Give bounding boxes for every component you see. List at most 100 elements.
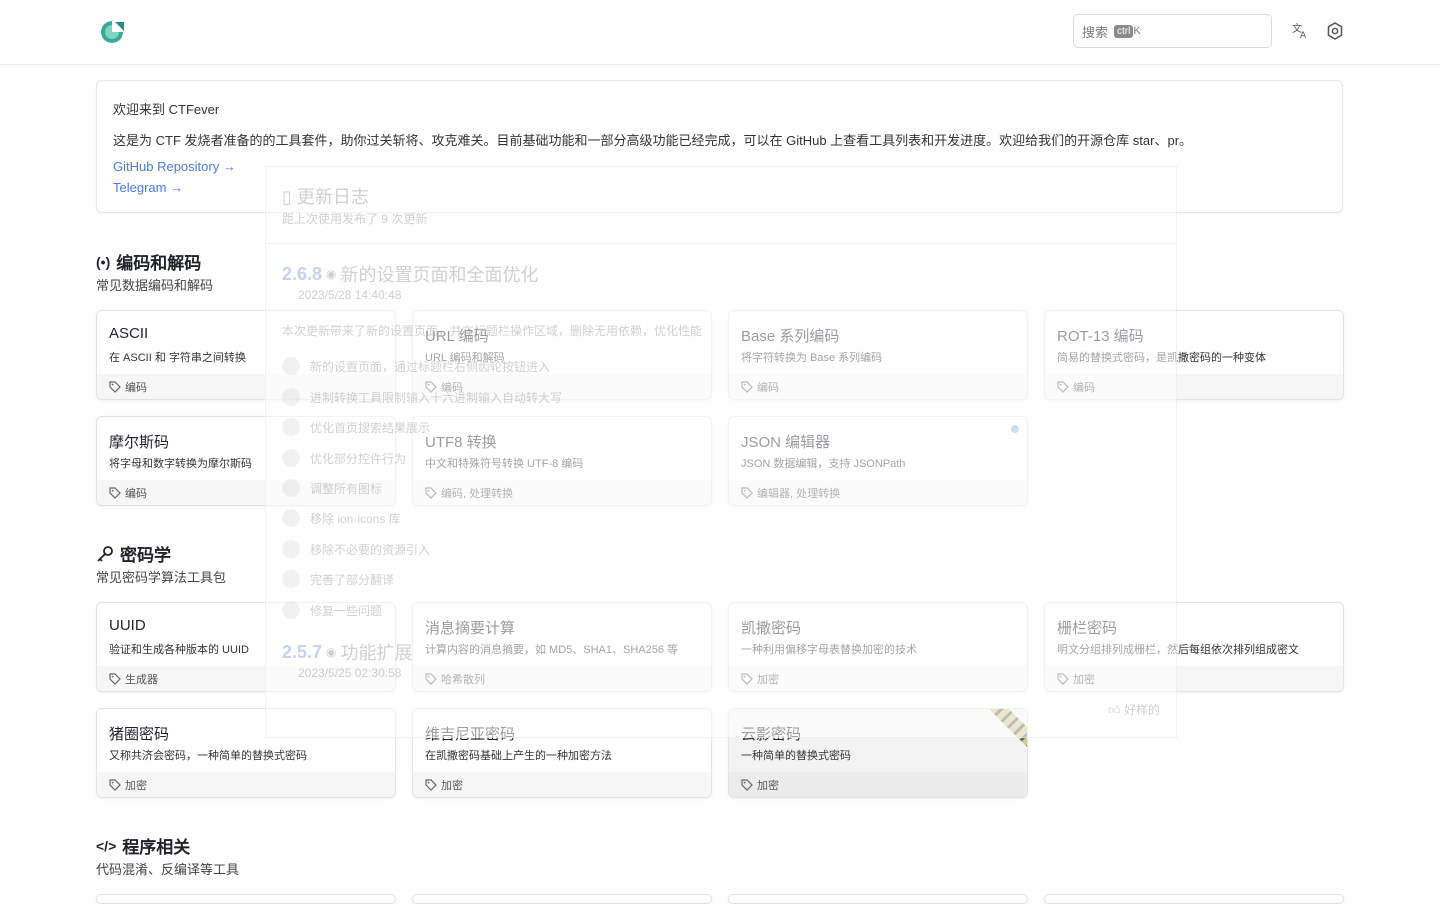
tool-tag: 编码 bbox=[125, 487, 147, 500]
tool-tags: 加密 bbox=[1045, 666, 1343, 691]
tool-card-json-editor[interactable]: JSON 编辑器 JSON 数据编辑，支持 JSONPath 编辑器, 处理转换 bbox=[728, 416, 1028, 506]
tool-desc: 计算内容的消息摘要，如 MD5、SHA1、SHA256 等 bbox=[425, 644, 679, 656]
tag-icon bbox=[741, 486, 753, 499]
tool-tag: 加密 bbox=[1073, 673, 1095, 686]
tool-card-partial[interactable] bbox=[96, 894, 396, 904]
section-title-programming: </> 程序相关 bbox=[96, 833, 190, 858]
changelog-item-text: 移除 ion-icons 库 bbox=[310, 511, 401, 526]
code-icon: </> bbox=[96, 837, 117, 854]
changelog-item: 移除 ion-icons 库 bbox=[282, 509, 401, 527]
section-subtitle-crypto: 常见密码学算法工具包 bbox=[96, 570, 227, 585]
top-header: 搜索 ctrl K 文 A bbox=[0, 0, 1440, 65]
tool-card-railfence[interactable]: 栅栏密码 明文分组排列成栅栏，然后每组依次排列组成密文 加密 bbox=[1044, 602, 1344, 692]
tag-icon bbox=[1057, 672, 1069, 685]
tool-tags: 编码 bbox=[413, 374, 711, 399]
tool-tags: 加密 bbox=[413, 772, 711, 797]
tool-tag: 编码 bbox=[757, 381, 779, 394]
like-button[interactable]: 👍︎ 好样的 bbox=[1108, 701, 1160, 718]
tool-name: 维吉尼亚密码 bbox=[425, 726, 516, 743]
tool-card-caesar[interactable]: 凯撒密码 一种利用偏移字母表替换加密的技术 加密 bbox=[728, 602, 1028, 692]
tool-tag: 编码, 处理转换 bbox=[441, 487, 514, 500]
tool-tag: 编辑器, 处理转换 bbox=[757, 487, 841, 500]
section-title-encoding: (•) 编码和解码 bbox=[96, 249, 201, 274]
changelog-item: 完善了部分翻译 bbox=[282, 570, 394, 588]
tool-desc: 验证和生成各种版本的 UUID bbox=[109, 644, 249, 656]
section-title-crypto: 密码学 bbox=[96, 541, 171, 566]
tool-card-digest[interactable]: 消息摘要计算 计算内容的消息摘要，如 MD5、SHA1、SHA256 等 哈希散… bbox=[412, 602, 712, 692]
tool-name: 猪圈密码 bbox=[109, 726, 170, 743]
tool-name: UUID bbox=[109, 617, 146, 634]
divider bbox=[266, 243, 1176, 244]
like-label: 好样的 bbox=[1123, 703, 1160, 717]
tool-tag: 生成器 bbox=[125, 673, 158, 686]
tool-card-vigenere[interactable]: 维吉尼亚密码 在凯撒密码基础上产生的一种加密方法 加密 bbox=[412, 708, 712, 798]
tool-card-partial[interactable] bbox=[1044, 894, 1344, 904]
tag-icon bbox=[425, 486, 437, 499]
search-input[interactable]: 搜索 ctrl K bbox=[1073, 14, 1272, 48]
tool-tag: 加密 bbox=[757, 779, 779, 792]
search-shortcut-badge: ctrl bbox=[1114, 24, 1134, 38]
tool-card-url[interactable]: URL 编码 URL 编码和解码 编码 bbox=[412, 310, 712, 400]
tool-desc: 一种利用偏移字母表替换加密的技术 bbox=[741, 644, 917, 656]
tool-tag: 加密 bbox=[125, 779, 147, 792]
tool-desc: JSON 数据编辑，支持 JSONPath bbox=[741, 458, 906, 470]
tool-tags: 加密 bbox=[729, 772, 1027, 797]
tool-tags: 编码 bbox=[97, 480, 395, 505]
tool-name: UTF8 转换 bbox=[425, 434, 497, 451]
tool-tags: 加密 bbox=[729, 666, 1027, 691]
tool-name: 云影密码 bbox=[741, 726, 802, 743]
tool-tag: 加密 bbox=[441, 779, 463, 792]
tool-name: Base 系列编码 bbox=[741, 328, 840, 345]
tool-card-partial[interactable] bbox=[728, 894, 1028, 904]
telegram-link[interactable]: Telegram → bbox=[113, 180, 183, 195]
settings-gear-icon[interactable] bbox=[1326, 22, 1344, 40]
tool-card-pigpen[interactable]: 猪圈密码 又称共济会密码，一种简单的替换式密码 加密 bbox=[96, 708, 396, 798]
changelog-item: 移除不必要的资源引入 bbox=[282, 540, 430, 558]
tool-card-base[interactable]: Base 系列编码 将字符转换为 Base 系列编码 编码 bbox=[728, 310, 1028, 400]
changelog-item-text: 移除不必要的资源引入 bbox=[310, 542, 431, 557]
tag-icon bbox=[425, 672, 437, 685]
key-icon bbox=[97, 545, 113, 562]
tool-card-morse[interactable]: 摩尔斯码 将字母和数字转换为摩尔斯码 编码 bbox=[96, 416, 396, 506]
bullet-icon bbox=[282, 540, 300, 558]
tool-desc: 将字符转换为 Base 系列编码 bbox=[741, 352, 883, 364]
tool-name: 栅栏密码 bbox=[1057, 620, 1118, 637]
tool-desc: 简易的替换式密码，是凯撒密码的一种变体 bbox=[1057, 352, 1266, 364]
tool-desc: URL 编码和解码 bbox=[425, 352, 505, 364]
tool-name: URL 编码 bbox=[425, 328, 489, 345]
tool-name: JSON 编辑器 bbox=[741, 434, 831, 451]
version-date: 2023/5/28 14:40:48 bbox=[298, 288, 402, 302]
changelog-version-1: 2.6.8 ◉ 新的设置页面和全面优化 bbox=[282, 261, 539, 287]
tag-icon bbox=[109, 778, 121, 791]
section-title-text: 编码和解码 bbox=[116, 254, 202, 273]
tool-desc: 中文和特殊符号转换 UTF-8 编码 bbox=[425, 458, 584, 470]
tool-card-uuid[interactable]: UUID 验证和生成各种版本的 UUID 生成器 bbox=[96, 602, 396, 692]
tool-desc: 将字母和数字转换为摩尔斯码 bbox=[109, 458, 252, 470]
translate-icon[interactable]: 文 A bbox=[1291, 22, 1309, 40]
tool-card-utf8[interactable]: UTF8 转换 中文和特殊符号转换 UTF-8 编码 编码, 处理转换 bbox=[412, 416, 712, 506]
tool-tag: 哈希散列 bbox=[441, 673, 485, 686]
tool-name: 摩尔斯码 bbox=[109, 434, 170, 451]
tool-desc: 在凯撒密码基础上产生的一种加密方法 bbox=[425, 750, 612, 762]
tool-tags: 编辑器, 处理转换 bbox=[729, 480, 1027, 505]
work-in-progress-ribbon bbox=[989, 709, 1027, 749]
tool-tag: 编码 bbox=[441, 381, 463, 394]
bullet-icon bbox=[282, 509, 300, 527]
tool-name: ASCII bbox=[109, 325, 149, 342]
tool-card-partial[interactable] bbox=[412, 894, 712, 904]
welcome-card: 欢迎来到 CTFever 这是为 CTF 发烧者准备的的工具套件，助你过关斩将、… bbox=[96, 80, 1343, 213]
tag-icon bbox=[741, 380, 753, 393]
app-logo-icon[interactable] bbox=[99, 20, 125, 44]
tool-desc: 又称共济会密码，一种简单的替换式密码 bbox=[109, 750, 307, 762]
tag-icon bbox=[109, 672, 121, 685]
tool-tag: 编码 bbox=[1073, 381, 1095, 394]
tool-desc: 明文分组排列成栅栏，然后每组依次排列组成密文 bbox=[1057, 644, 1299, 656]
tool-card-cloudshadow[interactable]: 云影密码 一种简单的替换式密码 加密 bbox=[728, 708, 1028, 798]
tool-card-rot13[interactable]: ROT-13 编码 简易的替换式密码，是凯撒密码的一种变体 编码 bbox=[1044, 310, 1344, 400]
github-repo-link[interactable]: GitHub Repository → bbox=[113, 159, 236, 174]
section-title-text: 密码学 bbox=[120, 546, 171, 565]
tool-card-ascii[interactable]: ASCII 在 ASCII 和 字符串之间转换 编码 bbox=[96, 310, 396, 400]
tag-icon bbox=[1057, 380, 1069, 393]
section-title-text: 程序相关 bbox=[122, 838, 191, 857]
welcome-description: 这是为 CTF 发烧者准备的的工具套件，助你过关斩将、攻克难关。目前基础功能和一… bbox=[113, 133, 1193, 148]
